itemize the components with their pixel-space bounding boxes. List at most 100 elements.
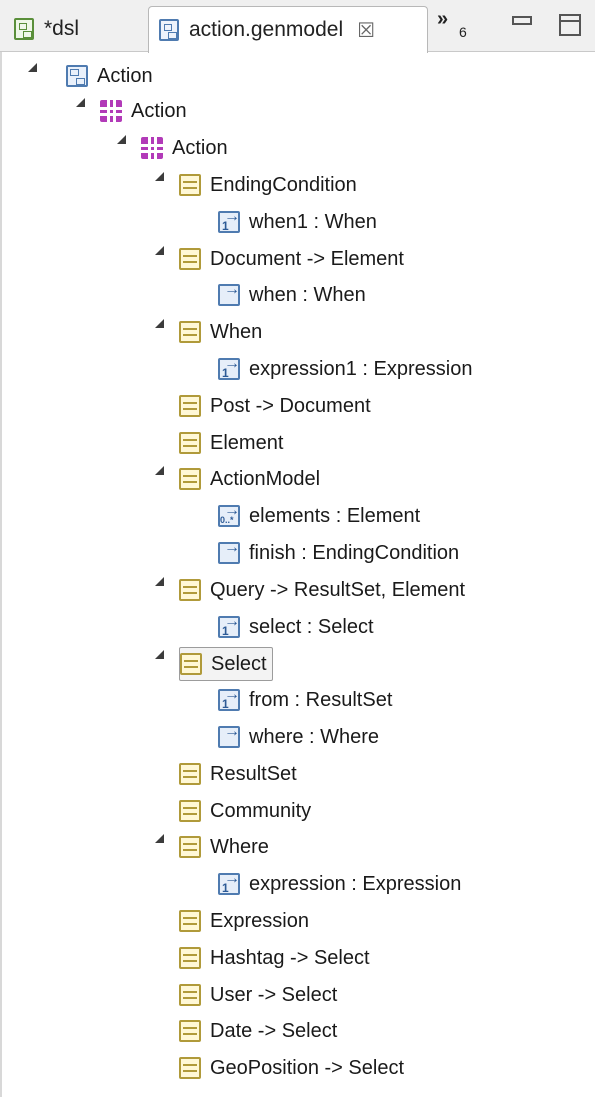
eclass-icon [180, 653, 202, 675]
tree-node-class[interactable]: ResultSet [179, 758, 297, 790]
tree-node-class[interactable]: Where [179, 831, 269, 863]
eclass-icon [179, 432, 201, 454]
tab-dsl[interactable]: *dsl [4, 6, 138, 52]
tree-node-root[interactable]: Action [66, 60, 153, 92]
tree-node-label: where : Where [249, 725, 380, 748]
tree-node-label: User -> Select [210, 983, 338, 1006]
tab-action-genmodel[interactable]: action.genmodel ☒ [148, 6, 428, 53]
genmodel-icon [66, 65, 88, 87]
eclass-icon [179, 468, 201, 490]
tree-node-class[interactable]: Element [179, 427, 283, 459]
tree-node-label: from : ResultSet [249, 688, 393, 711]
tree-node-label: Action [131, 99, 187, 122]
tree-node-reference[interactable]: select : Select [218, 611, 374, 643]
tree-node-label: Action [172, 136, 228, 159]
chevron-right-icon: » [437, 8, 449, 30]
tree-node-label: EndingCondition [210, 173, 357, 196]
eclass-icon [179, 321, 201, 343]
tree-node-class[interactable]: GeoPosition -> Select [179, 1052, 404, 1084]
tree-node-label: elements : Element [249, 504, 421, 527]
expand-arrow-icon[interactable] [155, 172, 164, 181]
eclass-icon [179, 248, 201, 270]
tree-node-class[interactable]: Hashtag -> Select [179, 942, 370, 974]
tree-node-label: Element [210, 431, 284, 454]
tree-node-class[interactable]: EndingCondition [179, 169, 357, 201]
tree-node-label: When [210, 320, 263, 343]
tree-node-class[interactable]: User -> Select [179, 979, 337, 1011]
eclass-icon [179, 174, 201, 196]
expand-arrow-icon[interactable] [117, 135, 126, 144]
tree-node-class[interactable]: Post -> Document [179, 390, 371, 422]
tree-node-reference[interactable]: when1 : When [218, 206, 377, 238]
expand-arrow-icon[interactable] [155, 319, 164, 328]
tree-node-label: Community [210, 799, 312, 822]
single-reference-icon [218, 686, 240, 711]
tree-node-reference[interactable]: elements : Element [218, 500, 420, 532]
tree-node-label: expression : Expression [249, 872, 462, 895]
dsl-file-icon [14, 18, 34, 40]
tree-node-label: Date -> Select [210, 1019, 338, 1042]
tree-node-label: Expression [210, 909, 309, 932]
tree-node-class[interactable]: Community [179, 795, 311, 827]
minimize-icon[interactable] [512, 16, 532, 25]
tree-node-class[interactable]: Date -> Select [179, 1015, 337, 1047]
eclass-icon [179, 910, 201, 932]
tree-node-label: Query -> ResultSet, Element [210, 578, 466, 601]
tree-node-label: Hashtag -> Select [210, 946, 370, 969]
expand-arrow-icon[interactable] [28, 63, 37, 72]
tree-node-class[interactable]: Select [179, 647, 273, 681]
expand-arrow-icon[interactable] [155, 466, 164, 475]
tree-node-reference[interactable]: from : ResultSet [218, 684, 392, 716]
tab-dsl-label: *dsl [44, 17, 80, 40]
tree-node-reference[interactable]: when : When [218, 279, 366, 311]
single-reference-icon [218, 870, 240, 895]
maximize-icon[interactable] [559, 14, 581, 36]
reference-icon [218, 539, 240, 564]
tree-node-label: Document -> Element [210, 247, 404, 270]
more-tabs-button[interactable]: » 6 [437, 8, 487, 48]
tree-node-class[interactable]: Document -> Element [179, 243, 404, 275]
tree-node-label: ResultSet [210, 762, 297, 785]
single-reference-icon [218, 208, 240, 233]
hidden-tab-count: 6 [459, 24, 467, 40]
tree-node-class[interactable]: When [179, 316, 262, 348]
single-reference-icon [218, 613, 240, 638]
tree-node-label: Select [211, 652, 267, 675]
tab-genmodel-label: action.genmodel [189, 18, 344, 41]
reference-icon [218, 281, 240, 306]
expand-arrow-icon[interactable] [155, 246, 164, 255]
eclass-icon [179, 836, 201, 858]
tree-node-package[interactable]: Action [141, 132, 228, 164]
many-reference-icon [218, 502, 240, 527]
tree-node-label: when : When [249, 283, 366, 306]
tree-node-reference[interactable]: expression : Expression [218, 868, 461, 900]
tree-node-label: select : Select [249, 615, 374, 638]
editor-tab-bar: *dsl action.genmodel ☒ » 6 [0, 0, 595, 53]
tree-node-label: when1 : When [249, 210, 377, 233]
expand-arrow-icon[interactable] [155, 650, 164, 659]
tree-node-label: ActionModel [210, 467, 321, 490]
tree-node-package[interactable]: Action [100, 95, 187, 127]
eclass-icon [179, 763, 201, 785]
reference-icon [218, 723, 240, 748]
tree-node-class[interactable]: Query -> ResultSet, Element [179, 574, 465, 606]
close-tab-icon[interactable]: ☒ [357, 18, 375, 43]
tree-node-reference[interactable]: expression1 : Expression [218, 353, 472, 385]
tree-node-class[interactable]: ActionModel [179, 463, 320, 495]
eclass-icon [179, 1057, 201, 1079]
eclass-icon [179, 984, 201, 1006]
expand-arrow-icon[interactable] [76, 98, 85, 107]
tree-node-label: Where [210, 835, 269, 858]
tree-node-reference[interactable]: where : Where [218, 721, 379, 753]
tree-node-class[interactable]: Expression [179, 905, 309, 937]
expand-arrow-icon[interactable] [155, 834, 164, 843]
single-reference-icon [218, 355, 240, 380]
tree-node-label: Action [97, 64, 153, 87]
eclass-icon [179, 947, 201, 969]
eclass-icon [179, 579, 201, 601]
genmodel-tree: Action Action Action EndingCondition when… [0, 52, 595, 1097]
expand-arrow-icon[interactable] [155, 577, 164, 586]
package-icon [100, 100, 122, 122]
genmodel-file-icon [159, 19, 179, 41]
tree-node-reference[interactable]: finish : EndingCondition [218, 537, 459, 569]
